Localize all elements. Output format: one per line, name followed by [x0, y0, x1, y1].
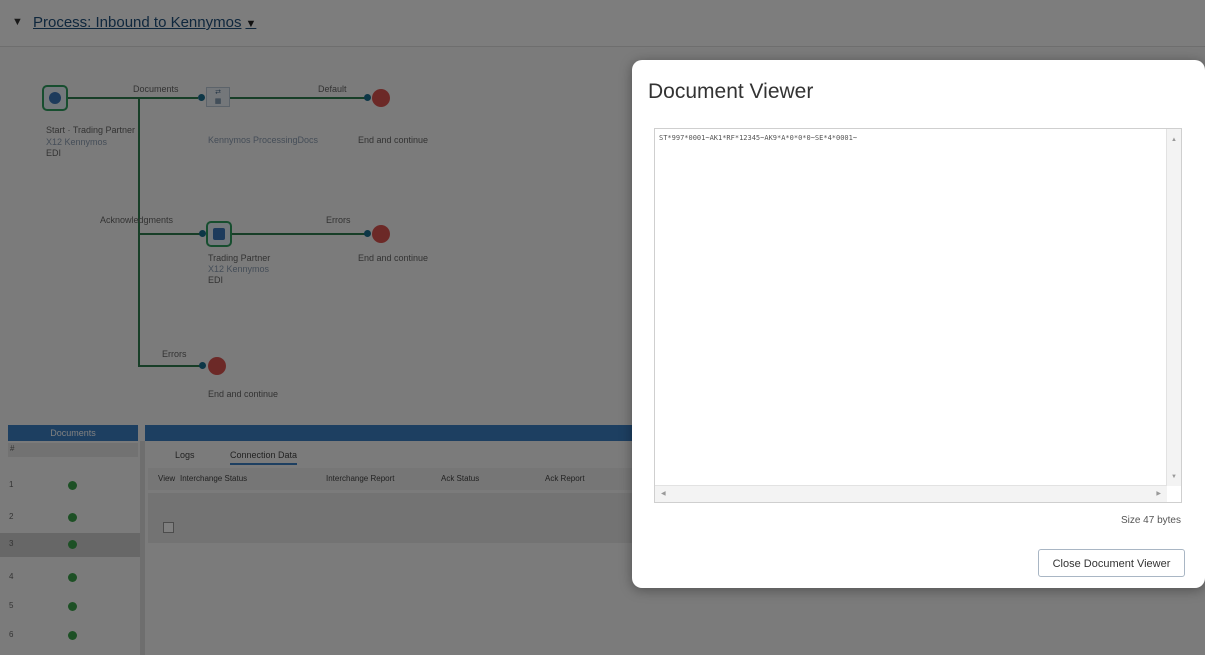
vertical-scrollbar[interactable]: ▲ ▼ — [1166, 129, 1181, 486]
close-document-viewer-button[interactable]: Close Document Viewer — [1038, 549, 1185, 577]
dialog-title: Document Viewer — [648, 80, 814, 103]
document-text: ST*997*0001~AK1*RF*12345~AK9*A*0*0*0~SE*… — [659, 134, 858, 142]
scroll-right-arrow-icon[interactable]: ▶ — [1156, 490, 1161, 497]
horizontal-scrollbar[interactable]: ◀ ▶ — [655, 485, 1167, 502]
scroll-up-arrow-icon[interactable]: ▲ — [1171, 137, 1177, 143]
document-size: Size 47 bytes — [1120, 515, 1181, 526]
document-content-area[interactable]: ST*997*0001~AK1*RF*12345~AK9*A*0*0*0~SE*… — [654, 128, 1182, 503]
document-viewer-dialog: Document Viewer ST*997*0001~AK1*RF*12345… — [632, 60, 1205, 588]
scroll-left-arrow-icon[interactable]: ◀ — [661, 490, 666, 497]
scroll-down-arrow-icon[interactable]: ▼ — [1171, 474, 1177, 480]
